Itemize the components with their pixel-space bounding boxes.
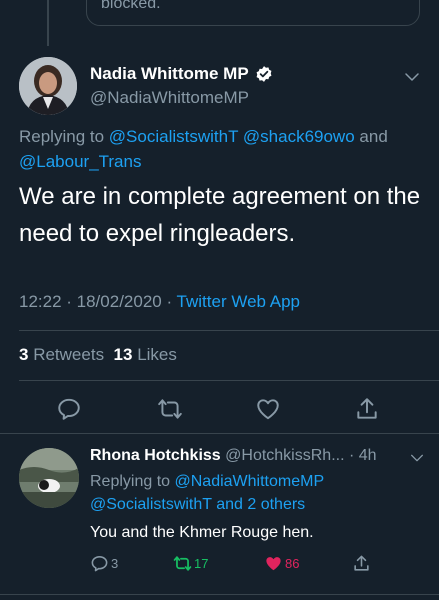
previous-tweet-card[interactable]: blocked. [86, 0, 420, 26]
share-icon[interactable] [354, 396, 380, 422]
reply-count: 3 [111, 556, 119, 571]
engagement-stats: 3 Retweets 13 Likes [19, 345, 177, 365]
mention-link[interactable]: @shack69owo [243, 127, 355, 146]
author-name[interactable]: Nadia Whittome MP [90, 64, 249, 84]
reply-body: You and the Khmer Rouge hen. [90, 524, 314, 541]
retweet-count: 17 [194, 556, 209, 571]
divider [19, 330, 439, 331]
reply-replying-to-context: Replying to @NadiaWhittomeMP @Socialists… [90, 470, 390, 516]
retweet-icon [173, 556, 192, 571]
reply-author-name[interactable]: Rhona Hotchkiss [90, 447, 221, 464]
client-link[interactable]: Twitter Web App [177, 292, 300, 311]
mention-link[interactable]: @Labour_Trans [19, 152, 141, 171]
retweet-icon[interactable] [157, 396, 183, 422]
mention-link[interactable]: @SocialistswithT [109, 127, 238, 146]
heart-icon [266, 557, 281, 571]
mention-link[interactable]: @SocialistswithT [90, 496, 212, 513]
tweet-body: We are in complete agreement on the need… [19, 183, 421, 247]
chevron-down-icon[interactable] [403, 68, 421, 86]
retweets-stat[interactable]: 3 Retweets [19, 345, 104, 364]
others-link[interactable]: and 2 others [216, 496, 305, 513]
reply-icon[interactable] [56, 396, 82, 422]
mention-link[interactable]: @NadiaWhittomeMP [175, 473, 325, 490]
chevron-down-icon[interactable] [409, 450, 425, 466]
timestamp[interactable]: 12:22 · 18/02/2020 · [19, 292, 172, 311]
thread-connector-line [47, 0, 49, 46]
likes-stat[interactable]: 13 Likes [114, 345, 177, 364]
divider [0, 433, 439, 434]
author-handle[interactable]: @NadiaWhittomeMP [90, 88, 249, 108]
reply-reply-action[interactable]: 3 [90, 554, 118, 573]
reply-author-handle[interactable]: @HotchkissRh... [225, 447, 344, 464]
previous-tweet-text: blocked. [101, 0, 161, 12]
verified-badge-icon [256, 66, 272, 82]
share-icon[interactable] [352, 554, 371, 573]
reply-header: Rhona Hotchkiss @HotchkissRh... · 4h [90, 447, 377, 465]
reply-like-action[interactable]: 86 [264, 554, 299, 573]
replying-to-label: Replying to [19, 127, 105, 146]
and-label: and [359, 127, 388, 146]
reply-retweet-action[interactable]: 17 [173, 554, 208, 573]
reply-avatar[interactable] [19, 448, 79, 508]
avatar[interactable] [19, 57, 77, 115]
divider [0, 594, 439, 595]
replying-to-label: Replying to [90, 473, 171, 490]
reply-time[interactable]: · 4h [349, 447, 377, 464]
reply-icon [91, 555, 108, 572]
like-count: 86 [285, 556, 300, 571]
divider [19, 380, 439, 381]
author-name-line: Nadia Whittome MP [90, 64, 273, 84]
heart-icon[interactable] [255, 396, 281, 422]
replying-to-context: Replying to @SocialistswithT @shack69owo… [19, 124, 419, 174]
tweet-meta: 12:22 · 18/02/2020 · Twitter Web App [19, 292, 300, 312]
